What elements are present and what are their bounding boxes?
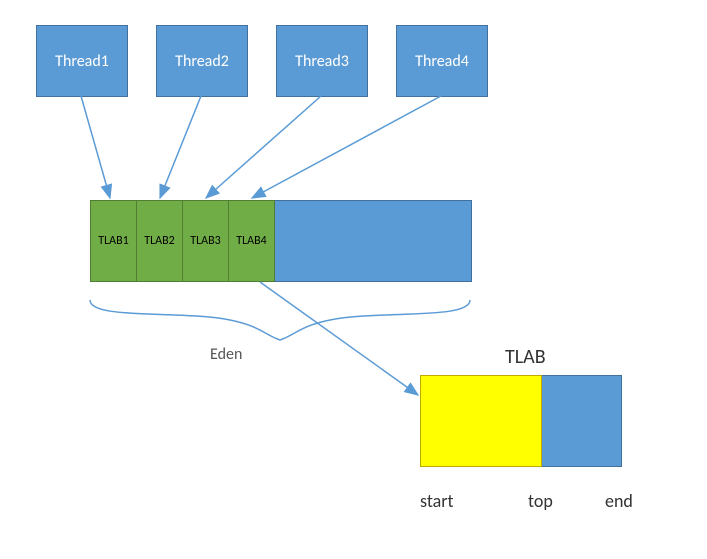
tlab-label: TLAB2 [144, 234, 174, 248]
tlab-detail-title: TLAB [505, 345, 546, 369]
thread-box-2: Thread2 [156, 25, 248, 97]
thread-box-4: Thread4 [396, 25, 488, 97]
tlab-label: TLAB4 [236, 234, 266, 248]
thread-box-1: Thread1 [36, 25, 128, 97]
arrow-thread4-tlab4 [252, 96, 441, 198]
arrow-thread1-tlab1 [81, 96, 110, 198]
arrow-thread2-tlab2 [160, 96, 201, 198]
eden-brace [90, 300, 470, 340]
tlab-marker-start: start [420, 490, 454, 512]
tlab-detail-used-region [420, 375, 542, 467]
tlab-marker-end: end [605, 490, 633, 512]
eden-label: Eden [210, 345, 242, 364]
tlab-segment-2: TLAB2 [136, 200, 183, 282]
tlab-segment-3: TLAB3 [182, 200, 229, 282]
tlab-label: TLAB3 [190, 234, 220, 248]
tlab-segment-1: TLAB1 [90, 200, 137, 282]
arrow-thread3-tlab3 [206, 96, 321, 198]
thread-label: Thread2 [175, 52, 229, 71]
thread-label: Thread4 [415, 52, 469, 71]
thread-box-3: Thread3 [276, 25, 368, 97]
thread-label: Thread3 [295, 52, 349, 71]
tlab-label: TLAB1 [98, 234, 128, 248]
tlab-marker-top: top [528, 490, 553, 512]
tlab-segment-4: TLAB4 [228, 200, 275, 282]
thread-label: Thread1 [55, 52, 109, 71]
arrow-tlab-to-detail [260, 282, 418, 395]
